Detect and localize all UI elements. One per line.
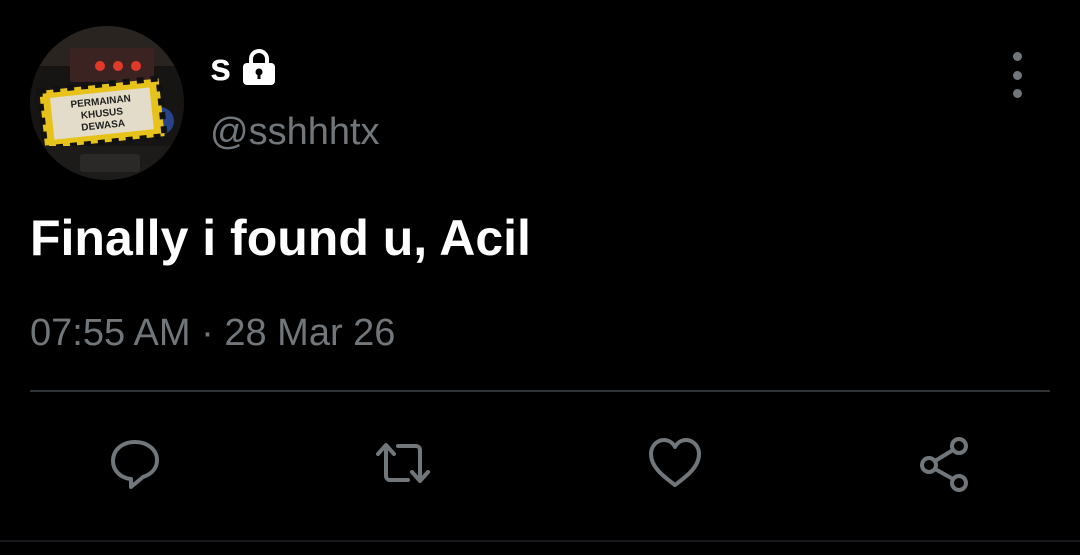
avatar-image: PERMAINAN KHUSUS DEWASA <box>30 26 184 180</box>
tweet-timestamp[interactable]: 07:55 AM · 28 Mar 26 <box>30 310 395 356</box>
tweet-text: Finally i found u, Acil <box>30 210 531 266</box>
user-name-row[interactable]: s <box>210 46 279 90</box>
retweet-button[interactable] <box>368 428 438 498</box>
display-name: s <box>210 47 232 89</box>
tweet-date: 28 Mar 26 <box>224 312 396 354</box>
bottom-divider <box>0 540 1080 542</box>
avatar[interactable]: PERMAINAN KHUSUS DEWASA <box>30 26 184 180</box>
lock-icon <box>239 48 279 88</box>
meta-separator: · <box>201 312 214 354</box>
retweet-icon <box>376 443 430 483</box>
more-vertical-icon[interactable] <box>1000 52 1034 98</box>
share-icon <box>920 437 968 492</box>
user-handle[interactable]: @sshhhtx <box>210 110 380 154</box>
like-button[interactable] <box>640 428 710 498</box>
reply-icon <box>111 440 159 489</box>
heart-icon <box>649 438 701 487</box>
tweet-time: 07:55 AM <box>30 312 191 354</box>
tweet-card: PERMAINAN KHUSUS DEWASA s @sshhhtx Final… <box>0 0 1080 555</box>
share-button[interactable] <box>910 428 980 498</box>
divider <box>30 390 1050 392</box>
tweet-actions <box>0 428 1080 498</box>
reply-button[interactable] <box>100 428 170 498</box>
